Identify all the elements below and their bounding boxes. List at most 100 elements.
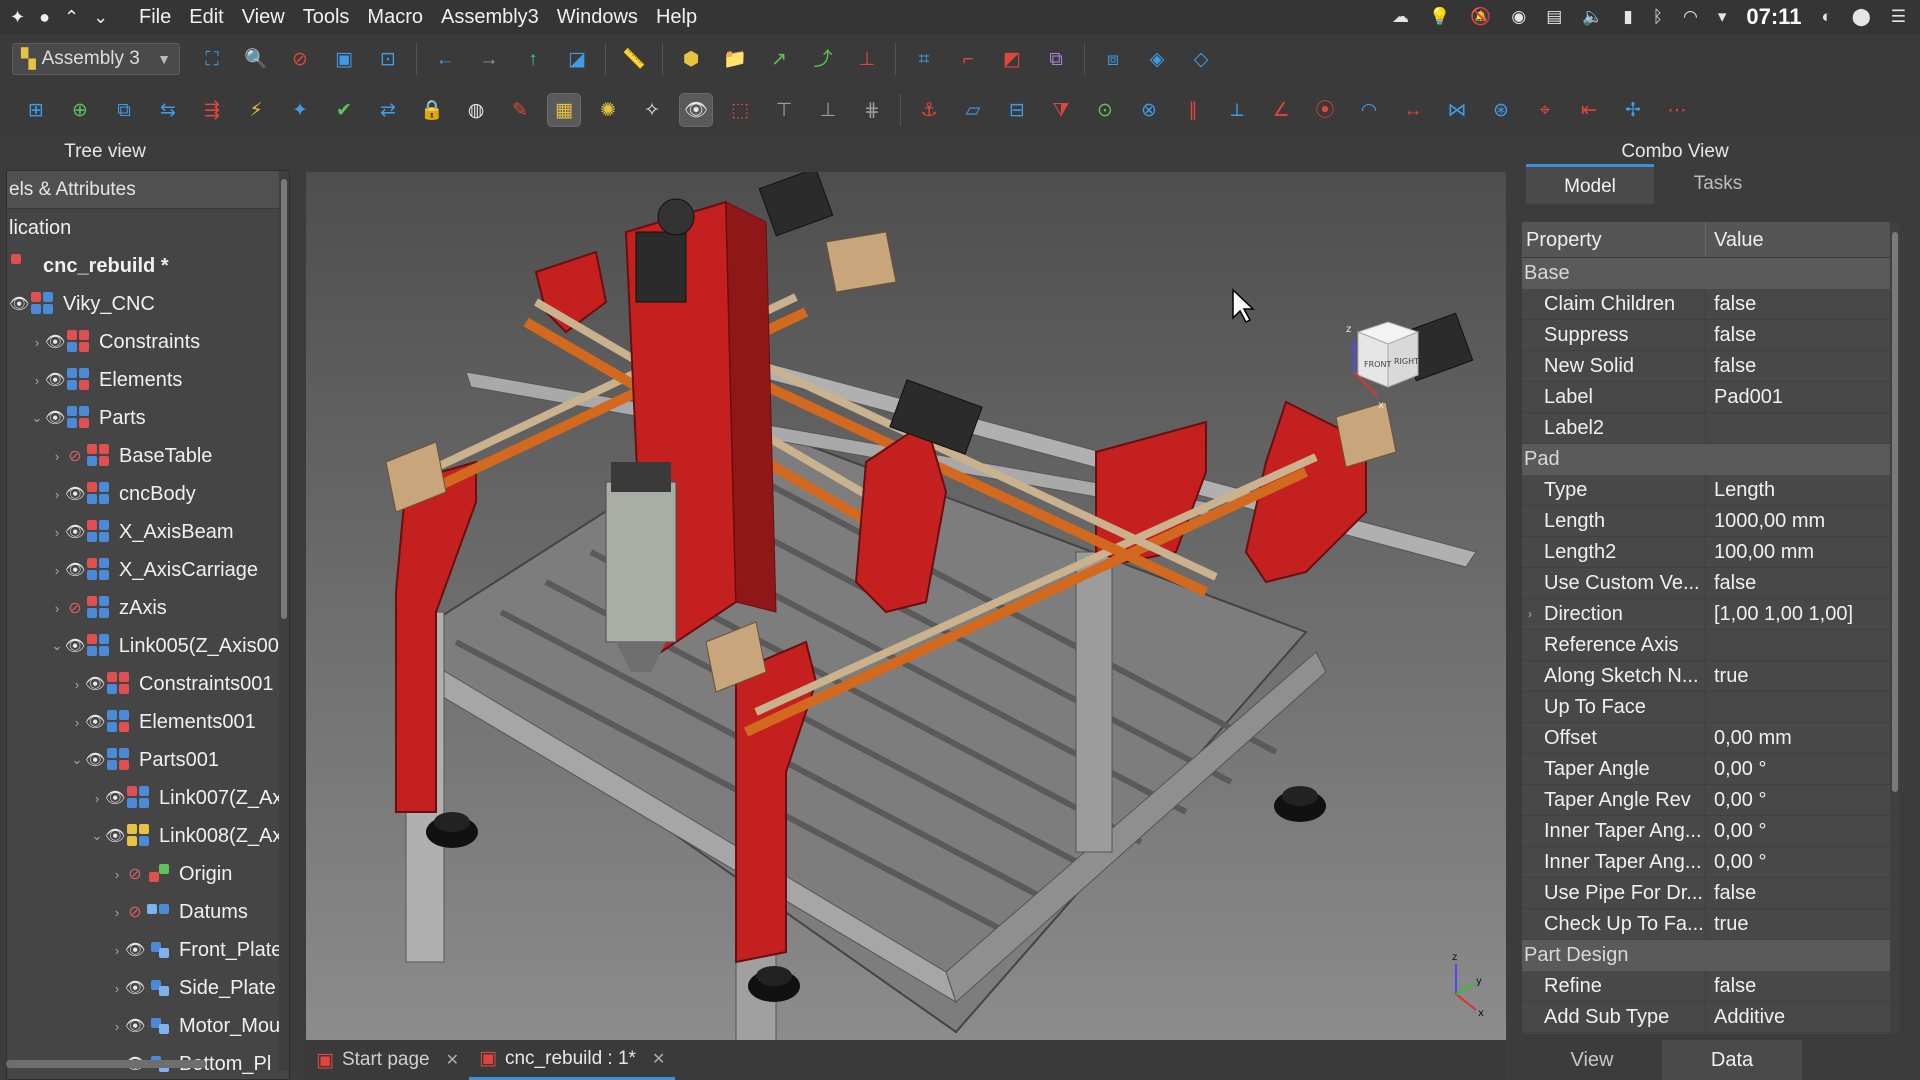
new-assembly-icon[interactable]: ⊞ — [20, 94, 52, 126]
collapse-arrow-icon[interactable]: ⌄ — [89, 828, 105, 844]
constraint-angle-icon[interactable]: ∠ — [1265, 94, 1297, 126]
tree-item[interactable]: › 👁 Side_Plate — [7, 969, 289, 1007]
expand-arrow-icon[interactable]: › — [69, 715, 85, 730]
property-row[interactable]: Inner Taper Ang... 0,00 ° — [1522, 847, 1900, 878]
workbench-selector[interactable]: ▚ Assembly 3 ▼ — [12, 43, 180, 75]
property-value[interactable] — [1706, 692, 1900, 722]
relink-icon[interactable]: ⇄ — [372, 94, 404, 126]
create-part-icon[interactable]: ⬢ — [675, 43, 707, 75]
power-icon[interactable]: ⬤ — [1852, 7, 1871, 27]
eye-icon[interactable]: 👁 — [65, 522, 85, 542]
property-row[interactable]: Inner Taper Ang... 0,00 ° — [1522, 816, 1900, 847]
property-row[interactable]: Length 1000,00 mm — [1522, 506, 1900, 537]
property-row[interactable]: Suppress false — [1522, 320, 1900, 351]
property-row[interactable]: Offset 0,00 mm — [1522, 723, 1900, 754]
property-value[interactable]: 0,00 ° — [1706, 847, 1900, 877]
navigation-cube[interactable]: FRONT RIGHT z x — [1346, 321, 1420, 411]
menu-edit[interactable]: Edit — [180, 6, 232, 29]
layers-icon[interactable]: ⬚ — [724, 94, 756, 126]
clipboard-icon[interactable]: ▤ — [1546, 7, 1562, 27]
value-column-header[interactable]: Value — [1706, 222, 1764, 257]
tree-item[interactable]: › ⊘ Datums — [7, 893, 289, 931]
tab-view[interactable]: View — [1522, 1040, 1662, 1080]
tab-start-page[interactable]: ▣ Start page ✕ — [306, 1040, 469, 1080]
hidden-eye-icon[interactable]: ⊘ — [65, 446, 85, 466]
measure-distance-icon[interactable]: ⇤ — [1573, 94, 1605, 126]
eye-icon[interactable]: 👁 — [65, 560, 85, 580]
chevron-down-icon[interactable]: ⌄ — [93, 7, 108, 28]
property-row[interactable]: Along Sketch N... true — [1522, 661, 1900, 692]
property-row[interactable]: Use Custom Ve... false — [1522, 568, 1900, 599]
property-row[interactable]: Check Up To Fa... true — [1522, 909, 1900, 940]
property-value[interactable]: Length — [1706, 475, 1900, 505]
tree-item[interactable]: lication — [7, 209, 289, 247]
constraint-fixed-icon[interactable]: ⌖ — [1529, 94, 1561, 126]
eye-icon[interactable]: 👁 — [45, 408, 65, 428]
tree-item[interactable]: › ⊘ BaseTable — [7, 437, 289, 475]
collapse-arrow-icon[interactable]: ⌄ — [69, 752, 85, 768]
property-vertical-scrollbar[interactable] — [1890, 222, 1900, 1034]
add-part-icon[interactable]: ⧉ — [108, 94, 140, 126]
tree-horizontal-scrollbar[interactable] — [6, 1060, 206, 1068]
property-value[interactable]: true — [1706, 909, 1900, 939]
tree-item[interactable]: › ⊘ Origin — [7, 855, 289, 893]
tree-item[interactable]: › 👁 Elements001 — [7, 703, 289, 741]
expand-arrow-icon[interactable]: › — [49, 487, 65, 502]
sketch-tool-4-icon[interactable]: ⧉ — [1040, 43, 1072, 75]
wifi-icon[interactable]: ◠ — [1683, 7, 1698, 27]
constraint-coincident-icon[interactable]: ⊟ — [1001, 94, 1033, 126]
tray-expand-icon[interactable]: ▾ — [1718, 7, 1727, 27]
tree-item[interactable]: cnc_rebuild * — [7, 247, 289, 285]
notifications-off-icon[interactable]: 🔕 — [1470, 7, 1491, 27]
check-icon[interactable]: ✔ — [328, 94, 360, 126]
cnc-model-render[interactable]: FRONT RIGHT z x z x y — [306, 172, 1506, 1040]
property-row[interactable]: Label2 — [1522, 413, 1900, 444]
constraint-lock-icon[interactable]: ⚓ — [913, 94, 945, 126]
property-row[interactable]: Label Pad001 — [1522, 382, 1900, 413]
move-part-icon[interactable]: ⇆ — [152, 94, 184, 126]
eye-icon[interactable]: 👁 — [45, 370, 65, 390]
expand-arrow-icon[interactable]: › — [49, 449, 65, 464]
align-bottom-icon[interactable]: ⊥ — [812, 94, 844, 126]
property-row[interactable]: Length2 100,00 mm — [1522, 537, 1900, 568]
tree-item[interactable]: › 👁 Front_Plate — [7, 931, 289, 969]
more-tools-icon[interactable]: ⋯ — [1661, 94, 1693, 126]
measure-icon[interactable]: 📏 — [618, 43, 650, 75]
expand-arrow-icon[interactable]: › — [89, 791, 105, 806]
lightbulb-icon[interactable]: 💡 — [1429, 7, 1450, 27]
property-value[interactable]: 0,00 ° — [1706, 816, 1900, 846]
tree-header[interactable]: els & Attributes — [7, 171, 289, 209]
eye-icon[interactable]: 👁 — [125, 978, 145, 998]
cloud-icon[interactable]: ☁ — [1392, 7, 1409, 27]
up-arrow-icon[interactable]: ↑ — [517, 43, 549, 75]
fit-selection-icon[interactable]: 🔍 — [240, 43, 272, 75]
fit-all-icon[interactable]: ⛶ — [196, 43, 228, 75]
trace-part-icon[interactable]: ✦ — [284, 94, 316, 126]
constraint-distance-icon[interactable]: ↔ — [1397, 94, 1429, 126]
constraint-attach-icon[interactable]: ⊙ — [1089, 94, 1121, 126]
menu-macro[interactable]: Macro — [358, 6, 432, 29]
property-value[interactable]: false — [1706, 289, 1900, 319]
eye-icon[interactable]: 👁 — [125, 940, 145, 960]
expand-arrow-icon[interactable]: › — [1528, 599, 1532, 629]
multiply-icon[interactable]: ✢ — [1617, 94, 1649, 126]
menu-view[interactable]: View — [233, 6, 294, 29]
sketch-tool-2-icon[interactable]: ⌐ — [952, 43, 984, 75]
expand-arrow-icon[interactable]: › — [109, 905, 125, 920]
property-column-header[interactable]: Property — [1522, 222, 1706, 257]
tree-item[interactable]: › 👁 cncBody — [7, 475, 289, 513]
tab-tasks[interactable]: Tasks — [1654, 164, 1782, 204]
tree-item[interactable]: › 👁 X_AxisCarriage — [7, 551, 289, 589]
property-row[interactable]: Refine false — [1522, 971, 1900, 1002]
circle-icon[interactable]: ● — [39, 7, 50, 28]
axis-cross-icon[interactable]: ⊥ — [851, 43, 883, 75]
distribute-icon[interactable]: ⋕ — [856, 94, 888, 126]
eye-icon[interactable]: 👁 — [85, 712, 105, 732]
property-row[interactable]: Claim Children false — [1522, 289, 1900, 320]
expand-arrow-icon[interactable]: › — [109, 867, 125, 882]
tree-item[interactable]: › 👁 Link007(Z_Axi — [7, 779, 289, 817]
auto-recompute-icon[interactable]: ▦ — [547, 93, 581, 127]
clock[interactable]: 07:11 — [1746, 4, 1801, 30]
menu-windows[interactable]: Windows — [548, 6, 647, 29]
back-arrow-icon[interactable]: ← — [429, 43, 461, 75]
